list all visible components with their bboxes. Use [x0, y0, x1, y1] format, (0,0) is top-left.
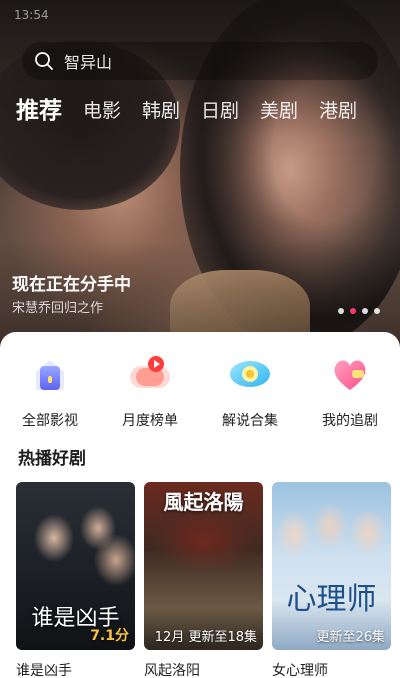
tab-korean-drama[interactable]: 韩剧 — [142, 96, 180, 126]
score-badge: 7.1分 — [90, 628, 129, 644]
episode-badge: 12月 更新至18集 — [154, 630, 257, 645]
status-bar-time: 13:54 — [14, 8, 49, 22]
quick-link-my-follows[interactable]: 我的追剧 — [300, 352, 400, 430]
heart-follow-icon — [334, 360, 366, 390]
tab-hk-drama[interactable]: 港剧 — [319, 96, 357, 126]
carousel-dot-active[interactable] — [350, 308, 356, 314]
film-library-icon — [36, 360, 64, 390]
tab-recommended[interactable]: 推荐 — [16, 96, 62, 126]
monthly-chart-icon — [130, 356, 170, 388]
hero-subtitle: 宋慧乔回归之作 — [12, 301, 104, 316]
quick-link-label: 我的追剧 — [322, 413, 378, 429]
show-title: 谁是凶手 — [16, 663, 72, 678]
tab-japanese-drama[interactable]: 日剧 — [201, 96, 239, 126]
show-card[interactable]: 心理师 更新至26集 女心理师 — [272, 482, 391, 678]
quick-links: 全部影视 月度榜单 解说合集 我的追剧 — [0, 352, 400, 430]
tab-american-drama[interactable]: 美剧 — [260, 96, 298, 126]
commentary-eye-icon — [230, 361, 270, 387]
hero-title: 现在正在分手中 — [12, 275, 131, 295]
search-icon — [35, 52, 53, 70]
carousel-dot[interactable] — [374, 308, 380, 314]
show-poster[interactable]: 心理师 更新至26集 — [272, 482, 391, 650]
search-bar[interactable]: 智异山 — [22, 42, 378, 80]
show-poster[interactable]: 谁是凶手 7.1分 — [16, 482, 135, 650]
show-card[interactable]: 風起洛陽 12月 更新至18集 风起洛阳 — [144, 482, 263, 678]
section-title: 热播好剧 — [18, 449, 86, 469]
hero-banner[interactable]: 13:54 智异山 推荐 电影 韩剧 日剧 美剧 港剧 现在正在分手中 宋慧乔回… — [0, 0, 400, 350]
category-tabs: 推荐 电影 韩剧 日剧 美剧 港剧 — [16, 92, 378, 126]
show-title: 风起洛阳 — [144, 663, 200, 678]
poster-title-text: 心理师 — [286, 582, 377, 617]
show-title: 女心理师 — [272, 663, 328, 678]
tab-movies[interactable]: 电影 — [83, 96, 121, 126]
content-sheet: 全部影视 月度榜单 解说合集 我的追剧 热播好剧 谁是凶手 7.1分 谁是凶手 … — [0, 332, 400, 678]
quick-link-monthly-chart[interactable]: 月度榜单 — [100, 352, 200, 430]
quick-link-label: 月度榜单 — [122, 413, 178, 429]
carousel-dot[interactable] — [338, 308, 344, 314]
episode-badge: 更新至26集 — [316, 630, 385, 645]
carousel-dot[interactable] — [362, 308, 368, 314]
quick-link-all-titles[interactable]: 全部影视 — [0, 352, 100, 430]
show-list: 谁是凶手 7.1分 谁是凶手 風起洛陽 12月 更新至18集 风起洛阳 心理师 … — [16, 482, 400, 678]
show-poster[interactable]: 風起洛陽 12月 更新至18集 — [144, 482, 263, 650]
quick-link-commentary[interactable]: 解说合集 — [200, 352, 300, 430]
show-card[interactable]: 谁是凶手 7.1分 谁是凶手 — [16, 482, 135, 678]
quick-link-label: 解说合集 — [222, 413, 278, 429]
quick-link-label: 全部影视 — [22, 413, 78, 429]
poster-title-text: 風起洛陽 — [163, 490, 244, 514]
carousel-indicator — [332, 308, 380, 314]
search-placeholder: 智异山 — [64, 53, 113, 72]
